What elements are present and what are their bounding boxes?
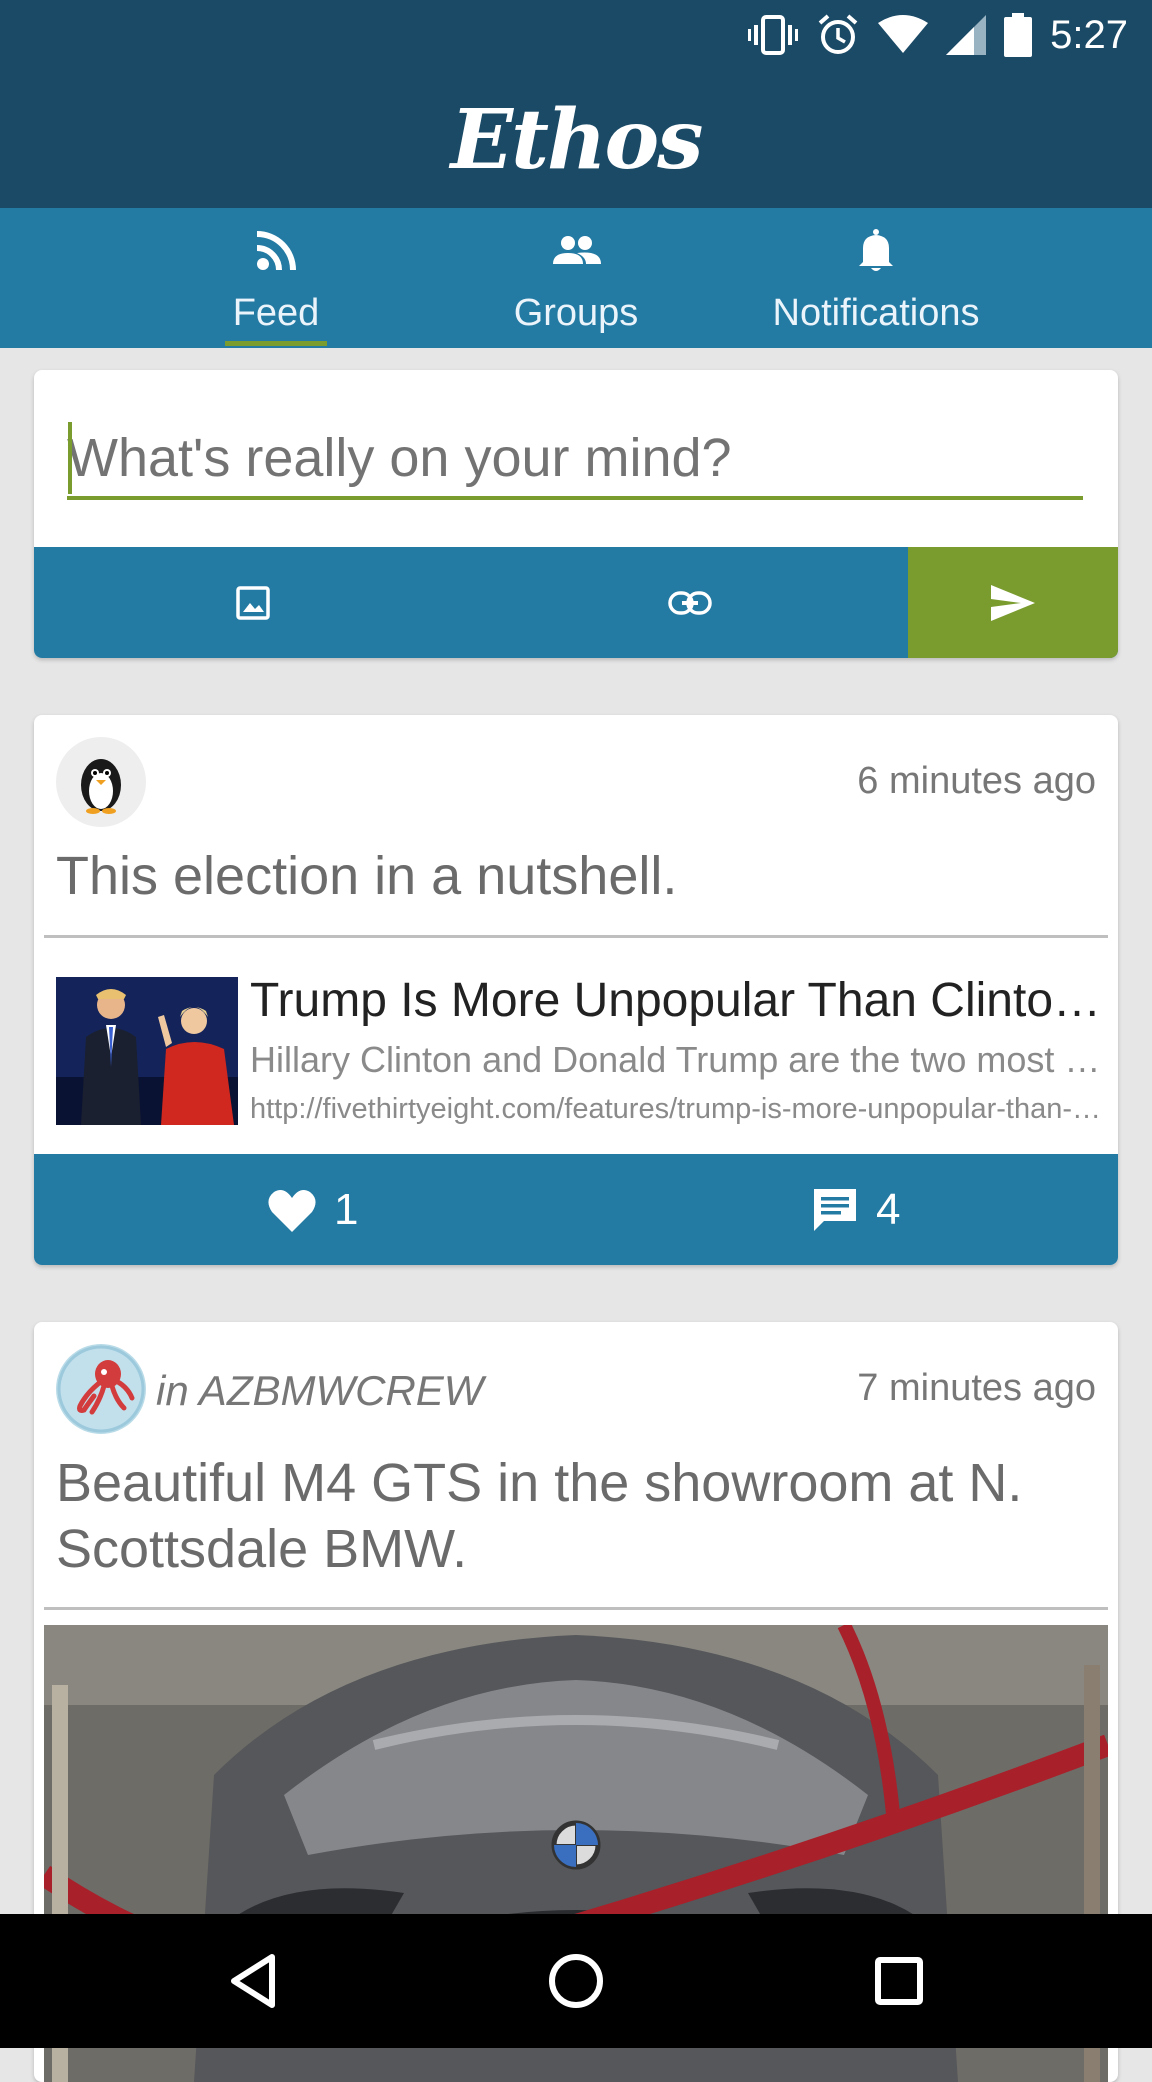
attach-link-button[interactable]	[471, 547, 908, 658]
wifi-icon	[878, 15, 929, 53]
composer-actions	[34, 547, 1118, 658]
back-triangle-icon	[231, 1954, 275, 2008]
octopus-avatar-icon	[57, 1345, 145, 1433]
signal-icon	[946, 15, 987, 55]
app-bar: Ethos	[0, 70, 1152, 208]
tab-groups-label: Groups	[513, 292, 639, 334]
tab-notifications-label: Notifications	[772, 292, 980, 334]
link-thumbnail[interactable]	[56, 977, 238, 1125]
avatar[interactable]	[56, 1344, 146, 1434]
tab-groups[interactable]: Groups	[476, 208, 676, 348]
recents-button[interactable]	[832, 1914, 966, 2048]
post-card[interactable]: 6 minutes ago This election in a nutshel…	[34, 715, 1118, 1265]
link-icon	[667, 590, 712, 615]
post-actions: 1 4	[34, 1154, 1118, 1265]
system-nav-bar	[0, 1914, 1152, 2048]
status-bar: 5:27	[0, 0, 1152, 70]
attach-image-button[interactable]	[34, 547, 471, 658]
tab-feed-label: Feed	[232, 292, 320, 334]
comment-button[interactable]: 4	[812, 1154, 900, 1265]
app-logo: Ethos	[450, 92, 704, 188]
text-cursor	[68, 422, 72, 494]
groups-icon	[553, 236, 601, 264]
status-icons: 5:27	[748, 10, 1128, 60]
divider	[44, 935, 1108, 938]
home-circle-icon	[549, 1954, 603, 2008]
post-text: This election in a nutshell.	[56, 846, 678, 906]
post-timestamp: 7 minutes ago	[857, 1367, 1096, 1409]
avatar[interactable]	[56, 737, 146, 827]
vibrate-icon	[748, 15, 799, 55]
send-button[interactable]	[908, 547, 1118, 658]
send-icon	[991, 584, 1035, 621]
penguin-avatar-icon	[81, 759, 121, 814]
comment-count: 4	[876, 1184, 901, 1234]
status-time: 5:27	[1050, 12, 1128, 57]
post-timestamp: 6 minutes ago	[857, 760, 1096, 802]
tab-notifications[interactable]: Notifications	[756, 208, 996, 348]
like-count: 1	[334, 1184, 359, 1234]
compose-input[interactable]	[67, 420, 1083, 500]
link-title[interactable]: Trump Is More Unpopular Than Clinton Is	[250, 973, 1108, 1028]
back-button[interactable]	[186, 1914, 320, 2048]
tab-selected-indicator	[225, 341, 327, 346]
home-button[interactable]	[509, 1914, 643, 2048]
rss-icon	[256, 231, 296, 271]
like-button[interactable]: 1	[268, 1154, 358, 1265]
post-group-name[interactable]: in AZBMWCREW	[156, 1367, 483, 1415]
link-description: Hillary Clinton and Donald Trump are the…	[250, 1039, 1104, 1080]
alarm-icon	[818, 14, 858, 54]
comment-icon	[814, 1188, 856, 1231]
tab-bar: Feed Groups Notifications	[0, 208, 1152, 348]
heart-icon	[268, 1189, 316, 1232]
battery-icon	[1004, 13, 1033, 57]
debate-photo	[56, 977, 238, 1125]
composer-card	[34, 370, 1118, 658]
link-url[interactable]: http://fivethirtyeight.com/features/trum…	[250, 1093, 1104, 1126]
bell-icon	[859, 229, 893, 271]
recents-square-icon	[875, 1957, 923, 2005]
post-text: Beautiful M4 GTS in the showroom at N. S…	[56, 1453, 1023, 1579]
image-icon	[235, 585, 270, 620]
divider	[44, 1607, 1108, 1610]
tab-feed[interactable]: Feed	[176, 208, 376, 348]
